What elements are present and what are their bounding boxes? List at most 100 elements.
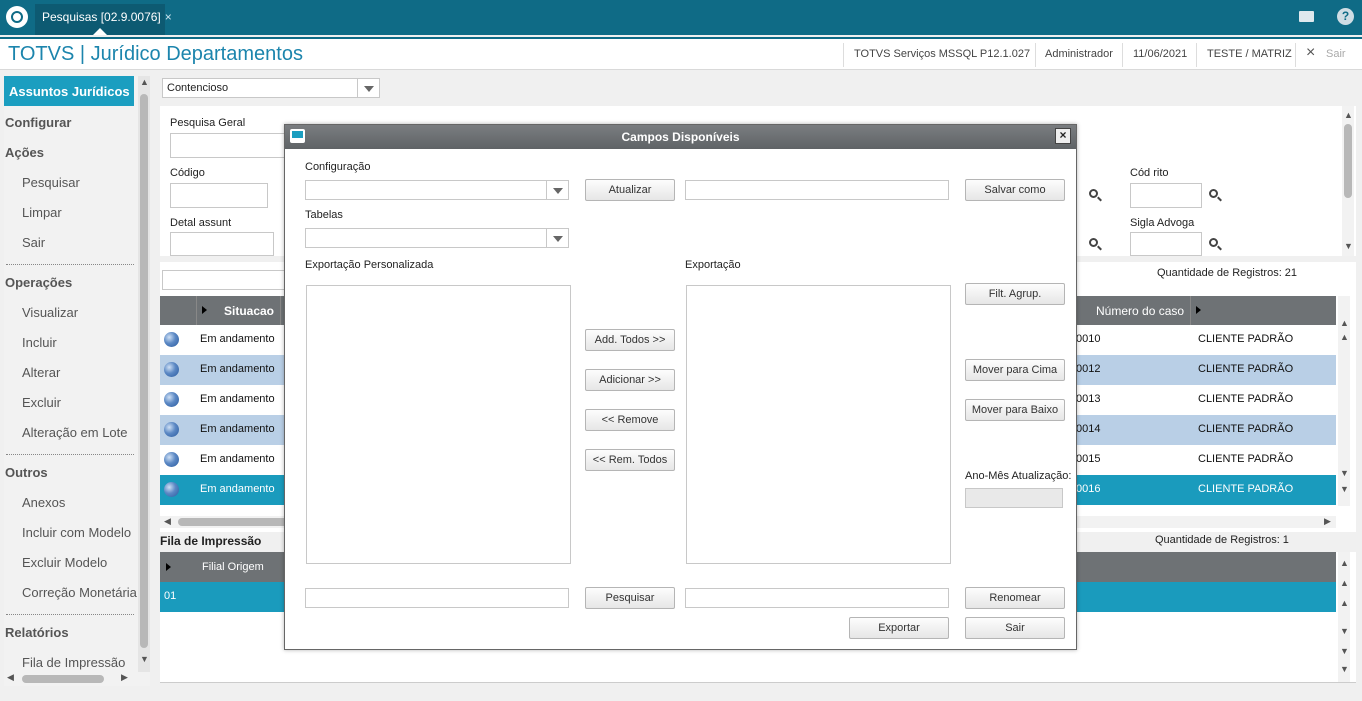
menu-divider xyxy=(6,454,134,455)
menu-vertical-scrollbar[interactable]: ▲ ▼ xyxy=(138,76,150,672)
exportacao-personalizada-list[interactable] xyxy=(306,285,571,564)
scroll-down-icon[interactable]: ▼ xyxy=(1340,468,1349,478)
mover-cima-button[interactable]: Mover para Cima xyxy=(965,359,1065,381)
exit-icon[interactable]: × xyxy=(1306,44,1315,62)
pesquisar-button[interactable]: Pesquisar xyxy=(585,587,675,609)
status-ball-icon xyxy=(164,392,179,407)
scroll-up-icon[interactable]: ▲ xyxy=(140,77,149,87)
scroll-up-icon[interactable]: ▲ xyxy=(1344,110,1353,120)
tab-pesquisas[interactable]: Pesquisas [02.9.0076] × xyxy=(35,4,172,35)
mail-icon[interactable] xyxy=(1299,11,1314,22)
exportar-button[interactable]: Exportar xyxy=(849,617,949,639)
menu-horizontal-scrollbar[interactable]: ◀ ▶ xyxy=(4,672,134,684)
scroll-down-icon[interactable]: ▼ xyxy=(1344,241,1353,251)
pesquisa-geral-input[interactable] xyxy=(170,133,290,158)
menu-item-excluir-modelo[interactable]: Excluir Modelo xyxy=(22,555,107,570)
chevron-down-icon[interactable] xyxy=(546,181,568,199)
cod-rito-input[interactable] xyxy=(1130,183,1202,208)
tabelas-select[interactable] xyxy=(305,228,569,248)
grid-vertical-scrollbar[interactable]: ▲ ▲ ▼ ▼ xyxy=(1338,296,1350,506)
search-icon[interactable] xyxy=(1089,238,1103,252)
mover-baixo-button[interactable]: Mover para Baixo xyxy=(965,399,1065,421)
column-expand-icon[interactable] xyxy=(166,563,171,571)
search-type-select[interactable]: Contencioso xyxy=(162,78,380,98)
tab-label: Pesquisas [02.9.0076] xyxy=(42,10,161,24)
campos-disponiveis-dialog: Campos Disponíveis × Configuração Atuali… xyxy=(284,124,1077,650)
dialog-titlebar[interactable]: Campos Disponíveis xyxy=(285,125,1076,149)
menu-item-correcao-monetaria[interactable]: Correção Monetária xyxy=(22,585,137,600)
menu-item-incluir-modelo[interactable]: Incluir com Modelo xyxy=(22,525,131,540)
grid-filter-input[interactable] xyxy=(162,270,290,290)
scroll-up-icon[interactable]: ▲ xyxy=(1340,598,1349,608)
column-expand-icon[interactable] xyxy=(202,306,207,314)
chevron-down-icon[interactable] xyxy=(546,229,568,247)
scroll-thumb[interactable] xyxy=(1344,124,1352,198)
exportacao-list[interactable] xyxy=(686,285,951,564)
menu-item-limpar[interactable]: Limpar xyxy=(22,205,62,220)
configuracao-name-input[interactable] xyxy=(685,180,949,200)
column-expand-icon[interactable] xyxy=(1196,306,1201,314)
column-filial-origem[interactable]: Filial Origem xyxy=(202,561,264,573)
remove-button[interactable]: << Remove xyxy=(585,409,675,431)
top-bar: Pesquisas [02.9.0076] × ? xyxy=(0,0,1362,35)
sigla-advoga-input[interactable] xyxy=(1130,232,1202,256)
scroll-right-icon[interactable]: ▶ xyxy=(121,672,128,683)
detal-assunt-input[interactable] xyxy=(170,232,274,256)
scroll-down-icon[interactable]: ▼ xyxy=(1340,664,1349,674)
cell-cliente: CLIENTE PADRÃO xyxy=(1198,453,1294,465)
salvar-como-button[interactable]: Salvar como xyxy=(965,179,1065,201)
totvs-logo-icon[interactable] xyxy=(6,6,28,28)
scroll-thumb[interactable] xyxy=(22,675,104,683)
print-grid-scrollbar[interactable]: ▲ ▲ ▲ ▼ ▼ ▼ xyxy=(1338,552,1350,682)
add-todos-button[interactable]: Add. Todos >> xyxy=(585,329,675,351)
header-date: 11/06/2021 xyxy=(1133,48,1188,60)
renomear-button[interactable]: Renomear xyxy=(965,587,1065,609)
column-numero-caso[interactable]: Número do caso xyxy=(1096,304,1184,318)
pesquisar-left-input[interactable] xyxy=(305,588,569,608)
menu-item-fila-impressao[interactable]: Fila de Impressão xyxy=(22,655,125,670)
scroll-down-icon[interactable]: ▼ xyxy=(140,654,149,664)
rem-todos-button[interactable]: << Rem. Todos xyxy=(585,449,675,471)
scroll-left-icon[interactable]: ◀ xyxy=(7,672,14,683)
menu-item-incluir[interactable]: Incluir xyxy=(22,335,57,350)
search-icon[interactable] xyxy=(1209,189,1223,203)
menu-item-alterar[interactable]: Alterar xyxy=(22,365,60,380)
scroll-right-icon[interactable]: ▶ xyxy=(1324,516,1331,527)
menu-item-assuntos-juridicos[interactable]: Assuntos Jurídicos xyxy=(4,76,134,106)
atualizar-button[interactable]: Atualizar xyxy=(585,179,675,201)
exit-button[interactable]: Sair xyxy=(1326,48,1346,60)
tab-close-icon[interactable]: × xyxy=(165,10,172,24)
scroll-down-icon[interactable]: ▼ xyxy=(1340,626,1349,636)
scroll-down-icon[interactable]: ▼ xyxy=(1340,484,1349,494)
menu-item-alteracao-lote[interactable]: Alteração em Lote xyxy=(22,425,128,440)
search-icon[interactable] xyxy=(1209,238,1223,252)
help-icon[interactable]: ? xyxy=(1337,8,1354,25)
scroll-down-icon[interactable]: ▼ xyxy=(1340,646,1349,656)
menu-item-anexos[interactable]: Anexos xyxy=(22,495,65,510)
dialog-close-button[interactable]: × xyxy=(1055,128,1071,144)
search-icon[interactable] xyxy=(1089,189,1103,203)
cell-numero: 0013 xyxy=(1076,393,1101,405)
codigo-input[interactable] xyxy=(170,183,268,208)
menu-head-configurar[interactable]: Configurar xyxy=(5,115,71,130)
cell-situacao: Em andamento xyxy=(200,483,275,495)
scroll-left-icon[interactable]: ◀ xyxy=(164,516,171,527)
menu-item-excluir[interactable]: Excluir xyxy=(22,395,61,410)
chevron-down-icon[interactable] xyxy=(357,79,379,97)
scroll-up-icon[interactable]: ▲ xyxy=(1340,332,1349,342)
scroll-up-icon[interactable]: ▲ xyxy=(1340,318,1349,328)
adicionar-button[interactable]: Adicionar >> xyxy=(585,369,675,391)
scroll-up-icon[interactable]: ▲ xyxy=(1340,578,1349,588)
configuracao-select[interactable] xyxy=(305,180,569,200)
menu-item-visualizar[interactable]: Visualizar xyxy=(22,305,78,320)
menu-item-pesquisar[interactable]: Pesquisar xyxy=(22,175,80,190)
search-panel-scrollbar[interactable]: ▲ ▼ xyxy=(1342,106,1354,256)
column-situacao[interactable]: Situacao xyxy=(224,304,274,318)
left-menu: Assuntos Jurídicos Configurar Ações Pesq… xyxy=(4,76,150,686)
menu-item-sair[interactable]: Sair xyxy=(22,235,45,250)
scroll-up-icon[interactable]: ▲ xyxy=(1340,558,1349,568)
filt-agrup-button[interactable]: Filt. Agrup. xyxy=(965,283,1065,305)
sair-button[interactable]: Sair xyxy=(965,617,1065,639)
scroll-thumb[interactable] xyxy=(140,94,148,648)
renomear-input[interactable] xyxy=(685,588,949,608)
